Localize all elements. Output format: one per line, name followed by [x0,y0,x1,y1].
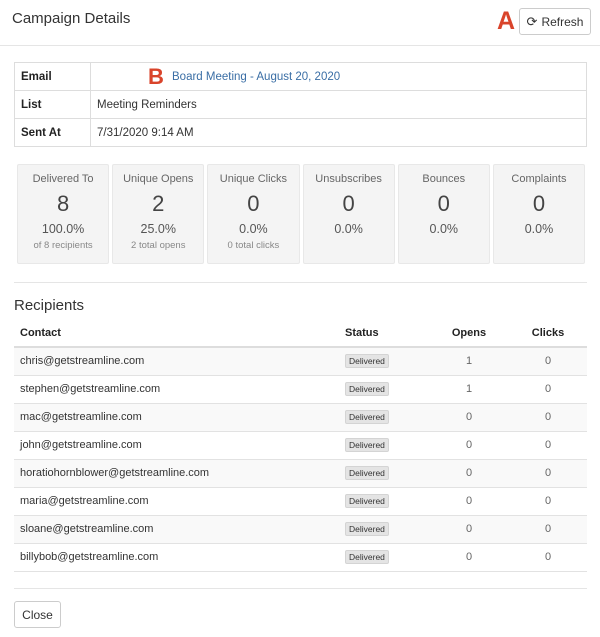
stat-percent: 0.0% [429,222,459,236]
section-divider [14,282,587,283]
opens-count: 1 [429,375,509,404]
stat-count: 0 [532,191,546,216]
modal-title: Campaign Details [12,10,131,27]
stat-subtext: 2 total opens [131,240,186,251]
clicks-count: 0 [509,403,587,432]
recipients-table: Contact Status Opens Clicks chris@getstr… [14,320,587,572]
info-row-list: List Meeting Reminders [14,90,587,119]
table-row: stephen@getstreamline.com Delivered 1 0 [14,375,587,404]
table-row: maria@getstreamline.com Delivered 0 0 [14,487,587,516]
status-badge: Delivered [345,438,389,452]
contact-email: billybob@getstreamline.com [14,543,339,572]
table-row: horatiohornblower@getstreamline.com Deli… [14,459,587,488]
list-value: Meeting Reminders [90,90,587,119]
sent-at-value: 7/31/2020 9:14 AM [90,118,587,147]
clicks-count: 0 [509,543,587,572]
opens-count: 1 [429,347,509,376]
stat-unsubscribes: Unsubscribes 0 0.0% [302,164,395,264]
contact-email: horatiohornblower@getstreamline.com [14,459,339,488]
info-row-email: Email B Board Meeting - August 20, 2020 [14,62,587,91]
list-label: List [14,90,91,119]
status-badge: Delivered [345,382,389,396]
column-status: Status [339,320,429,348]
contact-email: stephen@getstreamline.com [14,375,339,404]
refresh-button[interactable]: ⟳ Refresh [519,8,591,35]
annotation-marker-b: B [148,64,164,89]
stat-subtext: 0 total clicks [227,240,280,251]
stat-subtext: of 8 recipients [33,240,93,251]
stat-bounces: Bounces 0 0.0% [397,164,490,264]
clicks-count: 0 [509,347,587,376]
footer-divider [14,588,587,589]
stat-percent: 25.0% [140,222,176,236]
stat-label: Unique Clicks [219,173,288,185]
email-label: Email [14,62,91,91]
column-contact: Contact [14,320,339,348]
stat-count: 2 [152,191,165,216]
stat-complaints: Complaints 0 0.0% [492,164,586,264]
opens-count: 0 [429,431,509,460]
status-badge: Delivered [345,494,389,508]
stat-unique-clicks: Unique Clicks 0 0.0% 0 total clicks [207,164,300,264]
stat-percent: 100.0% [41,222,85,236]
status-badge: Delivered [345,550,389,564]
column-clicks: Clicks [509,320,587,348]
opens-count: 0 [429,543,509,572]
stat-delivered: Delivered To 8 100.0% of 8 recipients [17,164,110,264]
campaign-info-table: Email B Board Meeting - August 20, 2020 … [14,62,587,147]
stat-label: Complaints [511,173,567,185]
table-row: sloane@getstreamline.com Delivered 0 0 [14,515,587,544]
clicks-count: 0 [509,431,587,460]
column-opens: Opens [429,320,509,348]
close-button[interactable]: Close [14,601,61,628]
opens-count: 0 [429,403,509,432]
contact-email: maria@getstreamline.com [14,487,339,516]
opens-count: 0 [429,487,509,516]
stat-count: 0 [247,191,260,216]
opens-count: 0 [429,515,509,544]
clicks-count: 0 [509,459,587,488]
annotation-marker-a: A [497,7,516,35]
stat-label: Unsubscribes [315,173,382,185]
modal-header: Campaign Details A ⟳ Refresh [0,0,600,46]
clicks-count: 0 [509,487,587,516]
table-row: chris@getstreamline.com Delivered 1 0 [14,347,587,376]
email-link[interactable]: Board Meeting - August 20, 2020 [172,71,340,83]
status-badge: Delivered [345,354,389,369]
table-row: mac@getstreamline.com Delivered 0 0 [14,403,587,432]
stat-label: Unique Opens [123,173,194,185]
stat-label: Bounces [422,173,466,185]
contact-email: mac@getstreamline.com [14,403,339,432]
refresh-icon: ⟳ [526,14,538,29]
status-badge: Delivered [345,522,389,536]
stat-percent: 0.0% [524,222,554,236]
info-row-sent-at: Sent At 7/31/2020 9:14 AM [14,118,587,147]
table-row: john@getstreamline.com Delivered 0 0 [14,431,587,460]
stat-unique-opens: Unique Opens 2 25.0% 2 total opens [112,164,205,264]
contact-email: chris@getstreamline.com [14,347,339,376]
stats-panel: Delivered To 8 100.0% of 8 recipients Un… [17,164,586,264]
sent-at-label: Sent At [14,118,91,147]
stat-label: Delivered To [32,173,94,185]
stat-percent: 0.0% [239,222,268,236]
clicks-count: 0 [509,375,587,404]
recipients-title: Recipients [14,297,85,314]
table-header-row: Contact Status Opens Clicks [14,320,587,348]
stat-count: 0 [437,191,450,216]
status-badge: Delivered [345,466,389,480]
contact-email: sloane@getstreamline.com [14,515,339,544]
email-cell: B Board Meeting - August 20, 2020 [90,62,587,91]
stat-count: 8 [56,191,70,216]
refresh-label: Refresh [541,14,584,29]
opens-count: 0 [429,459,509,488]
table-row: billybob@getstreamline.com Delivered 0 0 [14,543,587,572]
stat-percent: 0.0% [334,222,363,236]
stat-count: 0 [342,191,355,216]
status-badge: Delivered [345,410,389,424]
contact-email: john@getstreamline.com [14,431,339,460]
clicks-count: 0 [509,515,587,544]
